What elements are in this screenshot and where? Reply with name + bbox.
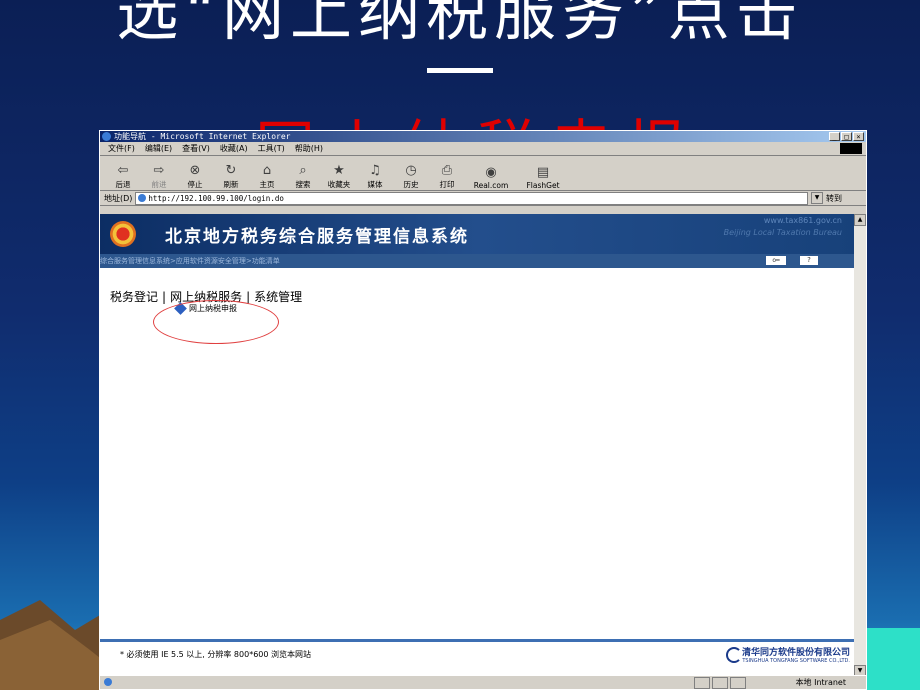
company-logo: 清华同方软件股份有限公司 TSINGHUA TONGFANG SOFTWARE … — [725, 645, 850, 664]
slide-title: 选“网上纳税服务”点击 — [116, 0, 804, 49]
ie-icon — [102, 132, 111, 141]
company-name-en: TSINGHUA TONGFANG SOFTWARE CO.,LTD. — [742, 658, 850, 664]
address-value: http://192.100.99.100/login.do — [148, 193, 284, 203]
menu-tools[interactable]: 工具(T) — [258, 142, 285, 155]
key-icon[interactable]: o━ — [766, 256, 786, 265]
site-url: www.tax861.gov.cn — [763, 216, 842, 225]
history-icon: ◷ — [405, 163, 417, 178]
nav-separator: | — [162, 290, 167, 304]
history-label: 历史 — [403, 180, 419, 189]
stop-icon: ⊗ — [189, 163, 201, 178]
company-mark-icon — [725, 647, 742, 663]
footer-divider — [100, 639, 856, 642]
home-button[interactable]: ⌂ 主页 — [250, 163, 284, 190]
refresh-button[interactable]: ↻ 刷新 — [214, 163, 248, 190]
real-label: Real.com — [473, 181, 509, 190]
forward-label: 前进 — [151, 180, 167, 189]
back-label: 后退 — [115, 180, 131, 189]
home-icon: ⌂ — [262, 163, 272, 178]
system-title: 北京地方税务综合服务管理信息系统 — [165, 227, 469, 247]
refresh-label: 刷新 — [223, 180, 239, 189]
real-icon: ◉ — [485, 165, 497, 180]
search-button[interactable]: ⌕ 搜索 — [286, 163, 320, 190]
window-titlebar: 功能导航 - Microsoft Internet Explorer _ □ × — [100, 131, 866, 142]
address-label: 地址(D) — [104, 193, 133, 203]
nav-tax-registration[interactable]: 税务登记 — [110, 290, 158, 304]
flashget-label: FlashGet — [526, 181, 560, 190]
address-dropdown-icon[interactable]: ▼ — [811, 192, 823, 204]
status-cells — [694, 677, 746, 689]
real-button[interactable]: ◉ Real.com — [466, 165, 516, 190]
favorites-button[interactable]: ★ 收藏夹 — [322, 163, 356, 190]
close-button[interactable]: × — [853, 132, 864, 141]
page-content: 北京地方税务综合服务管理信息系统 www.tax861.gov.cn Beiji… — [100, 214, 856, 677]
english-title: Beijing Local Taxation Bureau — [723, 228, 842, 237]
breadcrumb-text: 综合服务管理信息系统>应用软件资源安全管理>功能清单 — [100, 257, 280, 265]
print-icon: ⎙ — [441, 163, 453, 178]
forward-icon: ⇨ — [153, 163, 165, 178]
status-bar: 本地 Intranet — [100, 675, 866, 689]
window-title: 功能导航 - Microsoft Internet Explorer — [114, 132, 291, 141]
address-bar: 地址(D) http://192.100.99.100/login.do ▼ 转… — [100, 191, 866, 206]
menu-bar: 文件(F) 编辑(E) 查看(V) 收藏(A) 工具(T) 帮助(H) — [100, 142, 866, 156]
slide-dash — [427, 68, 493, 73]
home-label: 主页 — [259, 180, 275, 189]
forward-button[interactable]: ⇨ 前进 — [142, 163, 176, 190]
favorites-label: 收藏夹 — [327, 180, 351, 189]
refresh-icon: ↻ — [225, 163, 237, 178]
menu-favorites[interactable]: 收藏(A) — [220, 142, 248, 155]
teal-decoration — [864, 628, 920, 690]
stop-button[interactable]: ⊗ 停止 — [178, 163, 212, 190]
site-banner: 北京地方税务综合服务管理信息系统 www.tax861.gov.cn Beiji… — [100, 214, 856, 254]
scroll-up-icon[interactable]: ▲ — [854, 214, 866, 226]
menu-file[interactable]: 文件(F) — [108, 142, 135, 155]
address-input[interactable]: http://192.100.99.100/login.do — [135, 191, 808, 205]
windows-logo-icon — [840, 143, 862, 154]
browser-window: 功能导航 - Microsoft Internet Explorer _ □ ×… — [99, 130, 867, 690]
nav-system-management[interactable]: 系统管理 — [254, 290, 302, 304]
page-icon — [138, 193, 147, 202]
menu-help[interactable]: 帮助(H) — [295, 142, 323, 155]
history-button[interactable]: ◷ 历史 — [394, 163, 428, 190]
tax-emblem-icon — [110, 221, 136, 247]
browser-notice: * 必须使用 IE 5.5 以上, 分辨率 800*600 浏览本网站 — [120, 650, 312, 659]
back-button[interactable]: ⇦ 后退 — [106, 163, 140, 190]
highlight-circle — [153, 300, 279, 344]
go-button[interactable]: 转到 — [826, 193, 866, 204]
back-icon: ⇦ — [117, 163, 129, 178]
go-label: 转到 — [826, 193, 842, 203]
favorites-icon: ★ — [333, 163, 345, 178]
media-button[interactable]: ♫ 媒体 — [358, 163, 392, 190]
toolbar: ⇦ 后退 ⇨ 前进 ⊗ 停止 ↻ 刷新 ⌂ 主页 ⌕ 搜索 ★ 收藏夹 ♫ 媒体 ◷ 历史 ⎙ 打印… — [100, 156, 866, 191]
print-button[interactable]: ⎙ 打印 — [430, 163, 464, 190]
media-icon: ♫ — [369, 163, 381, 178]
media-label: 媒体 — [367, 180, 383, 189]
maximize-button[interactable]: □ — [841, 132, 852, 141]
flashget-icon: ▤ — [536, 165, 550, 180]
search-icon: ⌕ — [299, 163, 307, 178]
print-label: 打印 — [439, 180, 455, 189]
vertical-scrollbar[interactable]: ▲ ▼ — [854, 214, 866, 677]
flashget-button[interactable]: ▤ FlashGet — [518, 165, 568, 190]
stop-label: 停止 — [187, 180, 203, 189]
status-zone: 本地 Intranet — [795, 678, 846, 687]
company-name-cn: 清华同方软件股份有限公司 — [741, 648, 850, 658]
menu-view[interactable]: 查看(V) — [182, 142, 210, 155]
search-label: 搜索 — [295, 180, 311, 189]
breadcrumb: 综合服务管理信息系统>应用软件资源安全管理>功能清单 o━ ? — [100, 254, 856, 268]
minimize-button[interactable]: _ — [829, 132, 840, 141]
help-icon[interactable]: ? — [800, 256, 818, 265]
menu-edit[interactable]: 编辑(E) — [145, 142, 172, 155]
status-page-icon — [104, 678, 112, 686]
